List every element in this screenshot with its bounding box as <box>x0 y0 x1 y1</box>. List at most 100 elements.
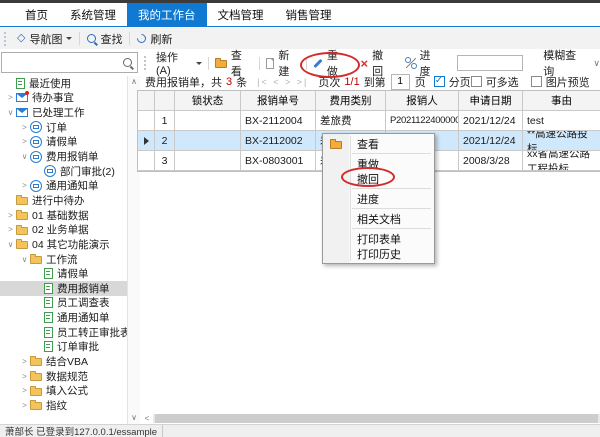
tree-item-employee-survey[interactable]: 员工调查表 <box>0 296 127 311</box>
form-icon <box>44 327 53 338</box>
menu-item-label: 重做 <box>357 156 379 172</box>
tree-item-fill-formula[interactable]: >填入公式 <box>0 383 127 398</box>
reason-cell: **高速公路投标 <box>523 131 600 150</box>
tree-item-general-notice[interactable]: >通用通知单 <box>0 178 127 193</box>
header-lock-status[interactable]: 锁状态 <box>175 91 241 110</box>
tree-item-vba[interactable]: >结合VBA <box>0 354 127 369</box>
tree-item-order-approval[interactable]: 订单审批 <box>0 340 127 355</box>
header-expense-category[interactable]: 费用类别 <box>316 91 386 110</box>
tree-item-expense-form[interactable]: ∨费用报销单 <box>0 149 127 164</box>
nav-map-button[interactable]: ◇ 导航图 <box>10 28 79 49</box>
tab-home[interactable]: 首页 <box>14 3 59 26</box>
multiselect-checkbox[interactable] <box>471 76 482 87</box>
scroll-down-icon[interactable]: ∨ <box>128 413 140 423</box>
scrollbar-track[interactable] <box>153 414 600 423</box>
redo-button[interactable]: 重做 <box>307 52 355 74</box>
chevron: ∨ <box>5 108 16 117</box>
find-button[interactable]: 查找 <box>80 28 129 49</box>
first-page-icon[interactable]: |< <box>257 77 269 87</box>
tree-item-todo-items[interactable]: >待办事宜 <box>0 91 127 106</box>
scroll-left-icon[interactable]: < <box>141 414 153 423</box>
tree-item-data-spec[interactable]: >数据规范 <box>0 369 127 384</box>
tree-item-processed-work[interactable]: ∨已处理工作 <box>0 105 127 120</box>
tree-item-dept-approval[interactable]: 部门审批(2) <box>0 164 127 179</box>
menu-item-print-form[interactable]: 打印表单 <box>323 231 434 246</box>
tree-item-fingerprint[interactable]: >指纹 <box>0 398 127 413</box>
lock-status-cell <box>175 151 241 170</box>
mail-circle-icon <box>30 151 42 163</box>
tree-item-recently-used[interactable]: 最近使用 <box>0 76 127 91</box>
reason-cell: test <box>523 111 600 130</box>
menu-separator <box>352 153 431 154</box>
table-row[interactable]: 1 BX-2112004 差旅费 P20211224000001 2021/12… <box>138 111 600 131</box>
row-marker-cell <box>138 131 155 150</box>
tree-item-employee-confirmation[interactable]: 员工转正审批表 <box>0 325 127 340</box>
last-page-icon[interactable]: >| <box>297 77 309 87</box>
goto-unit-label: 页 <box>415 74 426 90</box>
form-number-cell: BX-0803001 <box>241 151 316 170</box>
dropdown-arrow-icon <box>196 62 202 68</box>
horizontal-scrollbar[interactable]: < <box>141 413 600 423</box>
sidebar-search-box[interactable] <box>1 52 138 73</box>
next-page-icon[interactable]: > <box>285 77 292 87</box>
scroll-up-icon[interactable]: ∧ <box>128 77 140 87</box>
tab-sales-management[interactable]: 销售管理 <box>275 3 343 26</box>
header-reason[interactable]: 事由 <box>523 91 600 110</box>
pagination-bar: 费用报销单 ，共 3 条 |< < > >| 页次 1/1 到第 页 分页 可多… <box>145 73 600 90</box>
menu-separator <box>352 188 431 189</box>
image-preview-checkbox[interactable] <box>531 76 542 87</box>
header-claimant[interactable]: 报销人 <box>386 91 459 110</box>
refresh-button[interactable]: 刷新 <box>130 28 179 49</box>
open-folder-icon <box>215 60 227 68</box>
new-button[interactable]: 新建 <box>260 52 307 74</box>
menu-item-related-docs[interactable]: 相关文档 <box>323 211 434 226</box>
menu-item-withdraw[interactable]: 撤回 <box>323 171 434 186</box>
header-apply-date[interactable]: 申请日期 <box>459 91 523 110</box>
prev-page-icon[interactable]: < <box>273 77 280 87</box>
apply-date-cell: 2008/3/28 <box>459 151 523 170</box>
scrollbar-thumb[interactable] <box>155 414 598 423</box>
tab-my-workbench[interactable]: 我的工作台 <box>127 3 207 26</box>
actions-toolbar: 操作(A) 查看 新建 重做 × 撤回 进度 模糊查询 ∨ <box>140 52 600 74</box>
tree-item-01-basic-data[interactable]: >01 基础数据 <box>0 208 127 223</box>
menu-item-view[interactable]: 查看 <box>323 136 434 151</box>
form-icon <box>16 78 25 89</box>
table-header-row: 锁状态 报销单号 费用类别 报销人 申请日期 事由 <box>138 91 600 111</box>
withdraw-button[interactable]: × 撤回 <box>355 52 400 74</box>
tree-item-in-progress[interactable]: 进行中待办 <box>0 193 127 208</box>
menu-item-redo[interactable]: 重做 <box>323 156 434 171</box>
refresh-label: 刷新 <box>150 31 172 47</box>
chevron: ∨ <box>19 152 30 161</box>
search-icon[interactable] <box>123 58 132 67</box>
apply-date-cell: 2021/12/24 <box>459 131 523 150</box>
operate-menu-button[interactable]: 操作(A) <box>150 52 208 74</box>
menu-item-progress[interactable]: 进度 <box>323 191 434 206</box>
tree-item-expense-form-wf[interactable]: 费用报销单 <box>0 281 127 296</box>
header-form-number[interactable]: 报销单号 <box>241 91 316 110</box>
row-pointer-icon <box>144 137 149 145</box>
paging-checkbox[interactable] <box>434 76 445 87</box>
tree-item-leave-form-wf[interactable]: 请假单 <box>0 266 127 281</box>
tree-item-workflow[interactable]: ∨工作流 <box>0 252 127 267</box>
tab-document-management[interactable]: 文档管理 <box>207 3 275 26</box>
sidebar-search-input[interactable] <box>7 56 123 70</box>
chevron: > <box>19 386 30 395</box>
pencil-icon <box>313 58 322 67</box>
tree-item-leave-form[interactable]: >请假单 <box>0 135 127 150</box>
toolbar-search-input[interactable] <box>457 55 523 71</box>
tree-item-orders[interactable]: >订单 <box>0 120 127 135</box>
menu-item-label: 打印表单 <box>357 231 401 247</box>
menu-item-label: 查看 <box>357 136 379 152</box>
tree-item-04-other-demos[interactable]: ∨04 其它功能演示 <box>0 237 127 252</box>
goto-page-input[interactable] <box>391 74 410 90</box>
tree-item-general-notice-wf[interactable]: 通用通知单 <box>0 310 127 325</box>
form-icon <box>44 268 53 279</box>
tree-item-02-business-docs[interactable]: >02 业务单据 <box>0 222 127 237</box>
folder-icon <box>30 388 42 396</box>
view-button[interactable]: 查看 <box>209 52 258 74</box>
progress-button[interactable]: 进度 <box>400 52 448 74</box>
menu-item-print-history[interactable]: 打印历史 <box>323 246 434 261</box>
tab-system-management[interactable]: 系统管理 <box>59 3 127 26</box>
image-preview-label: 图片预览 <box>546 74 590 90</box>
main-tabbar: 首页 系统管理 我的工作台 文档管理 销售管理 <box>0 3 600 27</box>
